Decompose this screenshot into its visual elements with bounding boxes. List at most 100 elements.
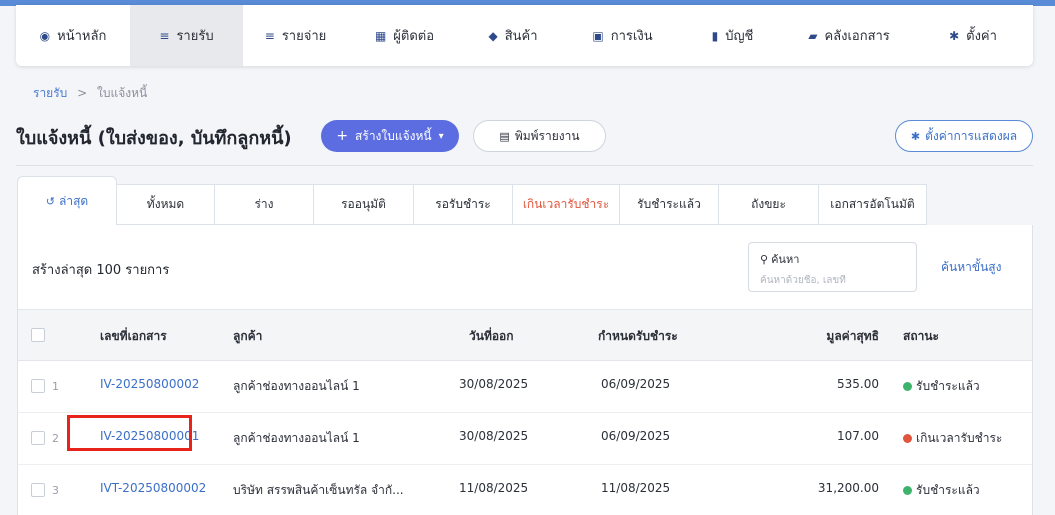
tab-label: ถังขยะ bbox=[751, 197, 786, 211]
expense-icon: ≡ bbox=[264, 28, 275, 43]
status-dot-icon bbox=[903, 382, 912, 391]
nav-item-label: ตั้งค่า bbox=[966, 29, 997, 44]
status-badge: รับชำระแล้ว bbox=[903, 377, 980, 396]
issue-date: 11/08/2025 bbox=[459, 481, 529, 495]
breadcrumb-separator: > bbox=[77, 86, 88, 100]
nav-item-documents[interactable]: ▰ คลังเอกสาร bbox=[785, 5, 913, 66]
tab-latest[interactable]: ↺ ล่าสุด bbox=[17, 176, 117, 225]
contacts-icon: ▦ bbox=[374, 28, 387, 43]
tab-automatic-documents[interactable]: เอกสารอัตโนมัติ bbox=[819, 184, 927, 225]
column-header-due-date[interactable]: กำหนดรับชำระ bbox=[598, 327, 678, 346]
breadcrumb-root-link[interactable]: รายรับ bbox=[33, 86, 67, 100]
tab-label: ร่าง bbox=[254, 197, 274, 211]
display-settings-button[interactable]: ✱ ตั้งค่าการแสดงผล bbox=[895, 120, 1033, 152]
nav-item-contacts[interactable]: ▦ ผู้ติดต่อ bbox=[348, 5, 461, 66]
row-number: 3 bbox=[52, 484, 59, 497]
customer-name: ลูกค้าช่องทางออนไลน์ 1 bbox=[233, 431, 360, 445]
due-date: 06/09/2025 bbox=[601, 429, 671, 443]
chevron-down-icon: ▾ bbox=[438, 130, 444, 142]
column-header-net-value[interactable]: มูลค่าสุทธิ bbox=[818, 327, 879, 346]
nav-item-expense[interactable]: ≡ รายจ่าย bbox=[243, 5, 348, 66]
tab-trash[interactable]: ถังขยะ bbox=[719, 184, 819, 225]
nav-item-products[interactable]: ◆ สินค้า bbox=[461, 5, 565, 66]
plus-icon: + bbox=[336, 128, 349, 144]
nav-item-finance[interactable]: ▣ การเงิน bbox=[565, 5, 680, 66]
nav-item-label: บัญชี bbox=[725, 29, 754, 44]
tab-paid[interactable]: รับชำระแล้ว bbox=[620, 184, 719, 225]
invoice-list-panel: สร้างล่าสุด 100 รายการ ⚲ค้นหา ค้นหาขั้นส… bbox=[17, 225, 1033, 515]
nav-item-label: คลังเอกสาร bbox=[824, 29, 890, 44]
box-icon: ◆ bbox=[488, 28, 498, 43]
print-report-label: พิมพ์รายงาน bbox=[514, 128, 580, 143]
nav-item-label: การเงิน bbox=[610, 29, 653, 44]
income-icon: ≡ bbox=[159, 28, 170, 43]
dashboard-icon: ◉ bbox=[39, 28, 51, 43]
money-icon: ▣ bbox=[592, 28, 604, 43]
customer-name: บริษัท สรรพสินค้าเซ็นทรัล จำกั... bbox=[233, 483, 404, 497]
select-all-checkbox[interactable] bbox=[31, 328, 45, 342]
gear-icon: ✱ bbox=[949, 28, 960, 43]
customer-name: ลูกค้าช่องทางออนไลน์ 1 bbox=[233, 379, 360, 393]
status-badge: เกินเวลารับชำระ bbox=[903, 429, 1002, 448]
nav-item-label: รายรับ bbox=[176, 29, 214, 44]
tab-awaiting-approval[interactable]: รออนุมัติ bbox=[314, 184, 414, 225]
status-tabs: ↺ ล่าสุด ทั้งหมด ร่าง รออนุมัติ รอรับชำร… bbox=[17, 176, 927, 225]
nav-item-accounting[interactable]: ▮ บัญชี bbox=[680, 5, 785, 66]
document-number-link[interactable]: IVT-20250800002 bbox=[100, 481, 206, 495]
tab-label: เอกสารอัตโนมัติ bbox=[830, 197, 915, 211]
nav-item-label: หน้าหลัก bbox=[57, 29, 107, 44]
issue-date: 30/08/2025 bbox=[459, 429, 529, 443]
tab-all[interactable]: ทั้งหมด bbox=[117, 184, 215, 225]
breadcrumb: รายรับ > ใบแจ้งหนี้ bbox=[33, 84, 147, 103]
nav-item-income[interactable]: ≡ รายรับ bbox=[130, 5, 243, 66]
tab-label: รอรับชำระ bbox=[435, 197, 491, 211]
due-date: 11/08/2025 bbox=[601, 481, 671, 495]
tab-label: ล่าสุด bbox=[59, 193, 89, 208]
row-number: 1 bbox=[52, 380, 59, 393]
table-header: เลขที่เอกสาร ลูกค้า วันที่ออก กำหนดรับชำ… bbox=[18, 309, 1032, 361]
net-value: 107.00 bbox=[837, 429, 879, 443]
search-box: ⚲ ค้นหา bbox=[748, 242, 917, 292]
status-dot-icon bbox=[903, 486, 912, 495]
table-row[interactable]: 3 IVT-20250800002 บริษัท สรรพสินค้าเซ็นท… bbox=[18, 465, 1032, 515]
list-title: สร้างล่าสุด 100 รายการ bbox=[32, 263, 170, 278]
page-title: ใบแจ้งหนี้ (ใบส่งของ, บันทึกลูกหนี้) bbox=[16, 128, 292, 149]
nav-item-dashboard[interactable]: ◉ หน้าหลัก bbox=[16, 5, 130, 66]
document-number-link[interactable]: IV-20250800002 bbox=[100, 377, 199, 391]
tab-draft[interactable]: ร่าง bbox=[215, 184, 314, 225]
row-checkbox[interactable] bbox=[31, 431, 45, 445]
nav-item-label: ผู้ติดต่อ bbox=[393, 29, 435, 44]
tab-awaiting-payment[interactable]: รอรับชำระ bbox=[414, 184, 513, 225]
printer-icon: ▤ bbox=[499, 129, 510, 143]
tab-overdue[interactable]: เกินเวลารับชำระ bbox=[513, 184, 620, 225]
nav-item-label: รายจ่าย bbox=[281, 29, 327, 44]
column-header-issue-date[interactable]: วันที่ออก bbox=[469, 327, 514, 346]
create-invoice-label: สร้างใบแจ้งหนี้ bbox=[355, 128, 432, 143]
row-checkbox[interactable] bbox=[31, 483, 45, 497]
row-checkbox[interactable] bbox=[31, 379, 45, 393]
advanced-search-link[interactable]: ค้นหาขั้นสูง bbox=[941, 258, 1001, 277]
column-header-customer[interactable]: ลูกค้า bbox=[233, 327, 262, 346]
tab-label: เกินเวลารับชำระ bbox=[522, 197, 610, 211]
highlight-box bbox=[67, 415, 192, 451]
column-header-status[interactable]: สถานะ bbox=[903, 327, 939, 346]
issue-date: 30/08/2025 bbox=[459, 377, 529, 391]
book-icon: ▮ bbox=[711, 28, 719, 43]
search-label: ⚲ ค้นหา bbox=[760, 253, 800, 266]
tab-label: รับชำระแล้ว bbox=[637, 197, 701, 211]
history-icon: ↺ bbox=[45, 194, 55, 208]
net-value: 31,200.00 bbox=[817, 481, 879, 495]
nav-item-label: สินค้า bbox=[504, 29, 538, 44]
tab-label: ทั้งหมด bbox=[146, 197, 185, 211]
column-header-doc-no[interactable]: เลขที่เอกสาร bbox=[100, 327, 167, 346]
net-value: 535.00 bbox=[837, 377, 879, 391]
folder-icon: ▰ bbox=[808, 28, 818, 43]
table-row[interactable]: 1 IV-20250800002 ลูกค้าช่องทางออนไลน์ 1 … bbox=[18, 361, 1032, 413]
create-invoice-button[interactable]: + สร้างใบแจ้งหนี้ ▾ bbox=[321, 120, 459, 152]
search-input[interactable] bbox=[760, 275, 900, 286]
gear-icon: ✱ bbox=[910, 129, 921, 143]
status-badge: รับชำระแล้ว bbox=[903, 481, 980, 500]
print-report-button[interactable]: ▤ พิมพ์รายงาน bbox=[473, 120, 606, 152]
nav-item-settings[interactable]: ✱ ตั้งค่า bbox=[913, 5, 1033, 66]
breadcrumb-current: ใบแจ้งหนี้ bbox=[97, 86, 148, 100]
